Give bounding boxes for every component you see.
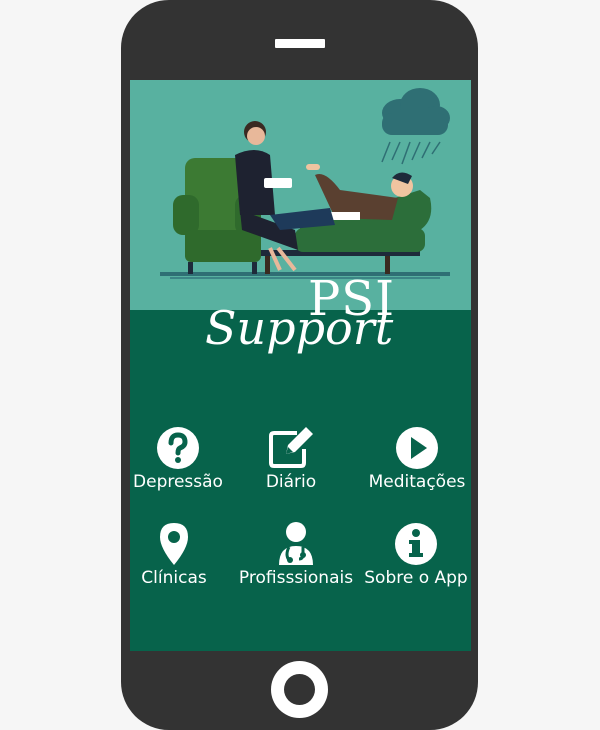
menu-label-clinicas: Clínicas (141, 568, 207, 588)
rain-cloud-icon (381, 88, 450, 165)
menu-item-diario[interactable]: Diário (231, 425, 351, 492)
home-button[interactable] (271, 661, 328, 718)
menu-item-clinicas[interactable]: Clínicas (130, 521, 234, 588)
app-screen: PSI Support Depressão Diário Meditações … (130, 80, 471, 651)
menu-item-meditacoes[interactable]: Meditações (357, 425, 471, 492)
menu-label-sobre-app: Sobre o App (364, 568, 468, 588)
menu-label-profissionais: Profisssionais (238, 568, 354, 588)
play-circle-icon (396, 427, 438, 469)
map-pin-icon (160, 523, 188, 565)
info-circle-icon (395, 523, 437, 565)
app-logo: PSI Support (200, 275, 400, 385)
speaker-slot (275, 39, 325, 48)
menu-item-depressao[interactable]: Depressão (130, 425, 238, 492)
menu-label-diario: Diário (265, 472, 317, 492)
logo-support-text: Support (205, 301, 394, 355)
doctor-icon (279, 522, 313, 565)
menu-label-depressao: Depressão (133, 472, 223, 492)
phone-frame: PSI Support Depressão Diário Meditações … (121, 0, 478, 730)
question-circle-icon (157, 427, 199, 469)
edit-icon (269, 427, 313, 468)
menu-item-profissionais[interactable]: Profisssionais (236, 521, 356, 588)
menu-label-meditacoes: Meditações (368, 472, 466, 492)
menu-item-sobre-app[interactable]: Sobre o App (356, 521, 471, 588)
